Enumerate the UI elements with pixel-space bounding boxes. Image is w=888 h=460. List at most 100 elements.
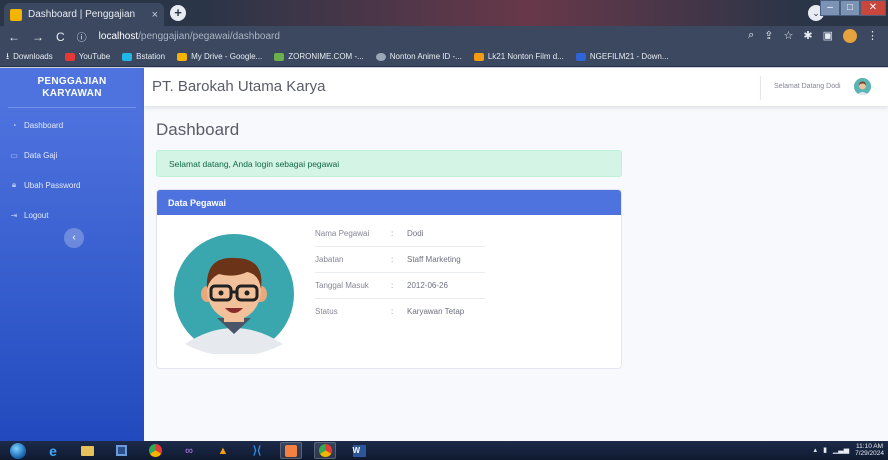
signal-icon[interactable]: ▁▃▅	[833, 446, 849, 454]
window-controls: – □ ✕	[820, 0, 886, 16]
employee-card: Data Pegawai Nama Pegawai: Dodi Jabatan…	[156, 189, 622, 369]
clock[interactable]: 11:10 AM 7/29/2024	[855, 443, 884, 457]
bookmark-item[interactable]: Bstation	[122, 52, 165, 61]
maximize-button[interactable]: □	[840, 0, 860, 16]
info-label: Status	[315, 307, 338, 316]
sign-out-icon: ⇥	[10, 210, 18, 220]
sidebar-item-label: Dashboard	[24, 120, 64, 130]
zoronime-icon	[274, 52, 285, 61]
close-window-button[interactable]: ✕	[860, 0, 886, 16]
bookmark-item[interactable]: ZORONIME.COM -...	[274, 52, 364, 61]
sidebar-brand[interactable]: PENGGAJIAN KARYAWAN	[8, 68, 136, 108]
bookmark-label: My Drive - Google...	[191, 52, 263, 61]
info-separator: :	[391, 281, 394, 290]
vscode-icon[interactable]: ⟩⟨	[246, 442, 268, 459]
taskbar: e ∞ ▲ ⟩⟨ W ▴ ▮ ▁▃▅ 11:10 AM 7/29/2024	[0, 441, 888, 460]
info-value: Staff Marketing	[407, 255, 461, 264]
employee-avatar-icon	[174, 234, 294, 356]
word-icon[interactable]: W	[348, 442, 370, 459]
lock-icon: 🔒︎	[11, 180, 17, 189]
user-greeting[interactable]: Selamat Datang Dodi	[774, 83, 841, 90]
extensions-icon[interactable]: ✱	[803, 29, 812, 43]
employee-info: Nama Pegawai : Dodi Jabatan : Staff Mark…	[315, 220, 485, 324]
url-path: /penggajian/pegawai/dashboard	[138, 31, 280, 42]
clock-time: 11:10 AM	[856, 443, 884, 450]
url-field[interactable]: localhost/penggajian/pegawai/dashboard	[99, 31, 280, 42]
browser-tab[interactable]: Dashboard | Penggajian ×	[4, 3, 164, 26]
bookmark-star-icon[interactable]: ☆	[784, 29, 794, 43]
bookmark-item[interactable]: My Drive - Google...	[177, 52, 262, 61]
bstation-icon	[122, 52, 133, 61]
file-explorer-icon[interactable]	[76, 442, 98, 459]
info-row: Status : Karyawan Tetap	[315, 298, 485, 324]
page-title: Dashboard	[156, 120, 240, 139]
sidebar-toggle-button[interactable]: ‹	[64, 228, 84, 248]
bookmark-label: YouTube	[78, 52, 111, 61]
link-app-icon[interactable]: ∞	[178, 442, 200, 459]
forward-icon[interactable]: →	[32, 30, 44, 44]
back-icon[interactable]: ←	[8, 30, 20, 44]
bookmark-item[interactable]: Lk21 Nonton Film d...	[473, 52, 564, 61]
bookmark-label: Lk21 Nonton Film d...	[487, 52, 564, 61]
web-page: PENGGAJIAN KARYAWAN ◔ Dashboard ▭ Data G…	[0, 68, 888, 441]
bookmark-label: Bstation	[136, 52, 166, 61]
url-host: localhost	[98, 31, 139, 42]
windows-orb-icon	[10, 442, 26, 459]
tachometer-icon: ◔	[11, 120, 17, 130]
tab-close-icon[interactable]: ×	[152, 9, 158, 21]
sidebar-item-logout[interactable]: ⇥ Logout	[0, 200, 144, 230]
zoom-icon[interactable]: ⌕	[748, 29, 754, 43]
info-value: Dodi	[407, 228, 424, 238]
sidebar-item-label: Ubah Password	[24, 180, 81, 190]
welcome-alert: Selamat datang, Anda login sebagai pegaw…	[156, 150, 622, 177]
chrome-taskbar-icon[interactable]	[144, 442, 166, 459]
address-bar: ← → C ⓘ localhost/penggajian/pegawai/das…	[0, 26, 888, 47]
info-value: Karyawan Tetap	[407, 307, 465, 316]
favicon-icon	[10, 8, 22, 21]
xampp-icon[interactable]	[280, 442, 302, 459]
minimize-button[interactable]: –	[820, 0, 840, 16]
info-label: Tanggal Masuk	[315, 281, 369, 290]
info-separator: :	[391, 255, 394, 264]
ngefilm-icon	[575, 52, 586, 61]
clock-date: 7/29/2024	[855, 450, 884, 457]
bookmarks-bar: ⭳ Downloads YouTube Bstation My Drive - G…	[0, 47, 888, 67]
sidebar-item-dashboard[interactable]: ◔ Dashboard	[0, 110, 144, 140]
sidebar-item-label: Data Gaji	[24, 150, 58, 160]
tray-expand-icon[interactable]: ▴	[814, 446, 818, 454]
reload-icon[interactable]: C	[56, 30, 65, 44]
youtube-icon	[64, 52, 75, 61]
sidebar-item-ubah-password[interactable]: 🔒︎ Ubah Password	[0, 170, 144, 200]
user-avatar[interactable]	[854, 78, 871, 95]
sidepanel-icon[interactable]: ▣	[823, 29, 833, 43]
menu-icon[interactable]: ⋮	[867, 29, 878, 43]
media-center-icon[interactable]	[110, 442, 132, 459]
lk21-icon	[473, 52, 484, 61]
share-icon[interactable]: ⇪	[764, 29, 773, 43]
profile-avatar-icon[interactable]	[843, 29, 857, 43]
titlebar-decoration	[200, 0, 800, 26]
sidebar-item-data-gaji[interactable]: ▭ Data Gaji	[0, 140, 144, 170]
network-icon[interactable]: ▮	[823, 446, 827, 454]
address-bar-actions: ⌕ ⇪ ☆ ✱ ▣ ⋮	[748, 29, 878, 43]
tab-title: Dashboard | Penggajian	[28, 9, 136, 20]
bookmark-label: Nonton Anime ID -...	[389, 52, 462, 61]
info-icon[interactable]: ⓘ	[77, 29, 87, 44]
company-name: PT. Barokah Utama Karya	[152, 78, 326, 95]
info-value: 2012-06-26	[407, 281, 448, 290]
info-separator: :	[391, 228, 394, 238]
info-separator: :	[391, 307, 394, 316]
start-button[interactable]	[6, 441, 30, 460]
topbar: PT. Barokah Utama Karya Selamat Datang D…	[144, 68, 888, 106]
vlc-icon[interactable]: ▲	[212, 442, 234, 459]
card-header: Data Pegawai	[157, 190, 621, 215]
bookmark-item[interactable]: Nonton Anime ID -...	[375, 52, 462, 61]
chrome-active-icon[interactable]	[314, 442, 336, 459]
bookmark-item[interactable]: YouTube	[64, 52, 111, 61]
bookmark-item[interactable]: ⭳ Downloads	[6, 49, 53, 65]
ie-icon[interactable]: e	[42, 442, 64, 459]
browser-tab-bar: Dashboard | Penggajian × + ⌄ – □ ✕	[0, 0, 888, 26]
bookmark-item[interactable]: NGEFILM21 - Down...	[575, 52, 669, 61]
money-icon: ▭	[10, 150, 18, 160]
new-tab-button[interactable]: +	[170, 5, 186, 21]
